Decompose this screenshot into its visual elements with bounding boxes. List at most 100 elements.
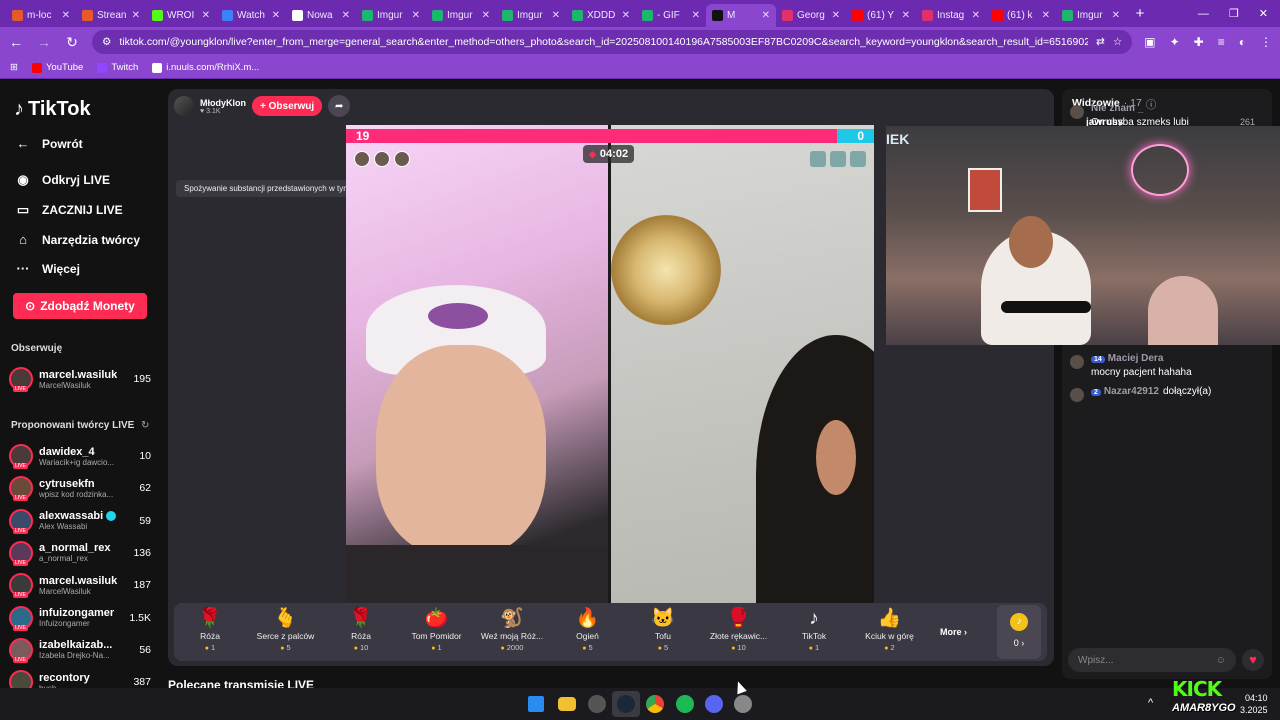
gifter-avatar[interactable] xyxy=(354,151,370,167)
browser-tab[interactable]: (61) Y ✕ xyxy=(846,4,916,27)
close-icon[interactable]: ✕ xyxy=(1259,7,1268,20)
settings-gear-icon[interactable] xyxy=(734,695,752,713)
tray-chevron-icon[interactable]: ^ xyxy=(1148,697,1153,709)
new-tab-button[interactable]: + xyxy=(1130,5,1150,22)
minimize-icon[interactable]: — xyxy=(1198,8,1209,20)
windows-start-icon[interactable] xyxy=(528,696,544,712)
tab-close-icon[interactable]: ✕ xyxy=(972,10,980,21)
tab-close-icon[interactable]: ✕ xyxy=(902,10,910,21)
tab-close-icon[interactable]: ✕ xyxy=(62,10,70,21)
tab-close-icon[interactable]: ✕ xyxy=(692,10,700,21)
creator-row[interactable]: LIVE izabelkaizab... Izabela Drejko-Na... 5… xyxy=(9,637,151,663)
nav-more[interactable]: ··· Więcej xyxy=(14,261,80,276)
chat-input[interactable]: Wpisz... ☺ xyxy=(1068,648,1236,672)
chat-username[interactable]: 14Maciej Dera xyxy=(1091,353,1163,364)
spotify-icon[interactable] xyxy=(676,695,694,713)
gift-item[interactable]: 🌹 Róża 1 xyxy=(171,607,249,652)
tab-close-icon[interactable]: ✕ xyxy=(552,10,560,21)
creator-row[interactable]: LIVE alexwassabi Alex Wassabi 59 xyxy=(9,508,151,534)
maximize-icon[interactable]: ❐ xyxy=(1229,7,1239,20)
gift-item[interactable]: 🥊 Złote rękawic... 10 xyxy=(700,607,778,652)
top-gifters-right[interactable] xyxy=(810,151,866,167)
live-video[interactable]: 19 0 ◆ 04:02 xyxy=(346,125,874,603)
translate-icon[interactable]: ⇄ xyxy=(1096,36,1105,48)
chat-avatar[interactable] xyxy=(1070,388,1084,402)
browser-tab[interactable]: Imgur ✕ xyxy=(496,4,566,27)
browser-tab[interactable]: WROI ✕ xyxy=(146,4,216,27)
tab-close-icon[interactable]: ✕ xyxy=(762,10,770,21)
browser-tab[interactable]: Nowa ✕ xyxy=(286,4,356,27)
creator-row[interactable]: LIVE cytrusekfn wpisz kod rodzinka... 62 xyxy=(9,475,151,502)
host-name[interactable]: MłodyKlon xyxy=(200,98,246,108)
tab-close-icon[interactable]: ✕ xyxy=(132,10,140,21)
browser-tab[interactable]: Strean ✕ xyxy=(76,4,146,27)
extensions-puzzle-icon[interactable]: ✚ xyxy=(1194,35,1204,49)
chat-avatar[interactable] xyxy=(1070,355,1084,369)
chat-username[interactable]: Nie znam _ xyxy=(1091,103,1143,114)
browser-tab[interactable]: Imgur ✕ xyxy=(356,4,426,27)
share-icon[interactable]: ➦ xyxy=(328,95,351,117)
browser-tab[interactable]: m-loc ✕ xyxy=(6,4,76,27)
refresh-icon[interactable]: ↻ xyxy=(141,420,149,431)
tab-close-icon[interactable]: ✕ xyxy=(412,10,420,21)
nav-start-live[interactable]: ▭ ZACZNIJ LIVE xyxy=(14,202,123,218)
chat-username[interactable]: 2 Nazar42912 dołączył(a) xyxy=(1091,386,1211,397)
gift-item[interactable]: 🔥 Ogień 5 xyxy=(549,607,627,652)
menu-kebab-icon[interactable]: ⋮ xyxy=(1260,35,1272,49)
extension-icon[interactable]: ✦ xyxy=(1170,35,1180,49)
system-clock[interactable]: 04:10 3.2025 xyxy=(1240,692,1268,716)
browser-tab[interactable]: Watch ✕ xyxy=(216,4,286,27)
tab-close-icon[interactable]: ✕ xyxy=(272,10,280,21)
forward-arrow-icon[interactable]: → xyxy=(36,34,52,50)
browser-tab[interactable]: M ✕ xyxy=(706,4,776,27)
gift-item[interactable]: 🐒 Weź moją Róż... 2000 xyxy=(473,607,551,652)
gift-item[interactable]: 🐱 Tofu 5 xyxy=(624,607,702,652)
host-avatar[interactable] xyxy=(174,96,194,116)
chrome-icon[interactable] xyxy=(646,695,664,713)
gift-item[interactable]: 🍅 Tom Pomidor 1 xyxy=(398,607,476,652)
creator-row[interactable]: LIVE marcel.wasiluk MarcelWasiluk 187 xyxy=(9,572,151,599)
creator-row[interactable]: LIVE recontorybush 387 xyxy=(9,669,151,688)
app-icon[interactable] xyxy=(588,695,606,713)
tab-close-icon[interactable]: ✕ xyxy=(1042,10,1050,21)
tab-close-icon[interactable]: ✕ xyxy=(482,10,490,21)
address-bar[interactable]: ⚙ tiktok.com/@youngklon/live?enter_from_… xyxy=(92,30,1133,54)
browser-tab[interactable]: - GIF ✕ xyxy=(636,4,706,27)
gift-item[interactable]: 🌹 Róża 10 xyxy=(322,607,400,652)
tab-close-icon[interactable]: ✕ xyxy=(622,10,630,21)
tiktok-logo[interactable]: ♪ TikTok xyxy=(14,98,91,121)
chat-avatar[interactable] xyxy=(1070,105,1084,119)
info-icon[interactable]: ⓘ xyxy=(1146,97,1157,112)
top-gifters-left[interactable] xyxy=(354,151,410,167)
browser-tab[interactable]: (61) k ✕ xyxy=(986,4,1056,27)
follow-button[interactable]: + Obserwuj xyxy=(252,96,323,116)
extension-icon[interactable]: ▣ xyxy=(1144,35,1155,49)
gifter-avatar[interactable] xyxy=(394,151,410,167)
profile-avatar-icon[interactable]: ◐ xyxy=(1239,35,1246,49)
browser-tab[interactable]: Georg ✕ xyxy=(776,4,846,27)
bookmark-twitch[interactable]: Twitch xyxy=(97,62,138,73)
steam-icon[interactable] xyxy=(617,695,635,713)
bookmark-youtube[interactable]: YouTube xyxy=(31,62,83,73)
browser-tab[interactable]: Imgur ✕ xyxy=(426,4,496,27)
nav-creator-tools[interactable]: ⌂ Narzędzia twórcy xyxy=(14,232,140,247)
gifter-avatar[interactable] xyxy=(374,151,390,167)
more-gifts-button[interactable]: More › xyxy=(940,627,967,637)
gift-item[interactable]: 👍 Kciuk w górę 2 xyxy=(851,607,929,652)
site-info-icon[interactable]: ⚙ xyxy=(102,36,111,48)
creator-row[interactable]: LIVE a_normal_rex a_normal_rex 136 xyxy=(9,540,151,566)
get-coins-button[interactable]: ⊙ Zdobądź Monety xyxy=(13,293,147,319)
discord-icon[interactable] xyxy=(705,695,723,713)
gift-item[interactable]: ♪ TikTok 1 xyxy=(775,607,853,652)
tab-close-icon[interactable]: ✕ xyxy=(202,10,210,21)
tab-close-icon[interactable]: ✕ xyxy=(1112,10,1120,21)
gift-item[interactable]: 🫰 Serce z palców 5 xyxy=(247,607,325,652)
reload-icon[interactable]: ↻ xyxy=(64,34,80,51)
browser-tab[interactable]: Imgur ✕ xyxy=(1056,4,1126,27)
tab-close-icon[interactable]: ✕ xyxy=(342,10,350,21)
back-arrow-icon[interactable]: ← xyxy=(8,34,24,50)
bookmark-star-icon[interactable]: ☆ xyxy=(1113,36,1122,48)
back-link[interactable]: ← Powrót xyxy=(14,136,83,151)
coin-balance[interactable]: ♪ 0 › xyxy=(997,605,1041,659)
apps-grid-icon[interactable]: ⊞ xyxy=(10,62,18,73)
